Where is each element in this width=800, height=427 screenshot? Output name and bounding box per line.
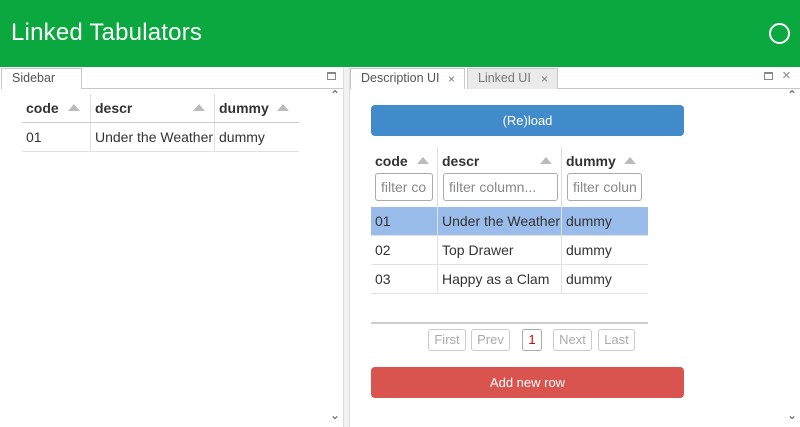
pager-page-button[interactable]: 1: [522, 329, 542, 351]
cell-code: 01: [22, 123, 91, 151]
close-icon[interactable]: ×: [541, 72, 548, 86]
app-title: Linked Tabulators: [11, 19, 203, 46]
cell-dummy: dummy: [566, 213, 612, 229]
filter-descr-input[interactable]: filter column...: [443, 173, 558, 201]
pager-prev-button[interactable]: Prev: [471, 329, 510, 351]
close-icon[interactable]: ×: [448, 72, 455, 86]
filter-code-input[interactable]: filter co: [375, 173, 433, 201]
cell-descr: Happy as a Clam: [438, 265, 562, 293]
pager-last-button[interactable]: Last: [598, 329, 635, 351]
tab-underline: [82, 88, 344, 89]
column-header-code[interactable]: code: [22, 94, 91, 122]
cell-dummy: dummy: [566, 242, 612, 258]
tab-description-ui-label: Description UI: [361, 71, 440, 85]
pager-divider: [371, 322, 648, 324]
tab-sidebar[interactable]: Sidebar: [1, 68, 82, 89]
column-header-descr[interactable]: descr: [91, 94, 215, 122]
column-header-dummy[interactable]: dummy: [215, 94, 299, 122]
cell-code: 03: [371, 265, 438, 293]
sort-icon[interactable]: [277, 104, 289, 111]
sort-icon[interactable]: [624, 157, 636, 164]
scroll-up-icon[interactable]: ⌃: [787, 88, 797, 102]
cell-dummy: dummy: [566, 271, 612, 287]
sort-icon[interactable]: [417, 157, 429, 164]
maximize-icon[interactable]: [764, 72, 773, 80]
cell-descr: Top Drawer: [438, 236, 562, 264]
sort-icon[interactable]: [540, 157, 552, 164]
tab-underline: [558, 88, 800, 89]
table-row[interactable]: 03 Happy as a Clam dummy: [371, 265, 648, 294]
pager-first-button[interactable]: First: [428, 329, 466, 351]
panel-splitter[interactable]: [343, 67, 350, 427]
cell-descr: Under the Weather: [91, 123, 215, 151]
status-circle-icon[interactable]: [769, 23, 790, 44]
table-row[interactable]: 01 Under the Weather dummy: [371, 207, 648, 236]
sort-icon[interactable]: [193, 104, 205, 111]
cell-code: 01: [371, 207, 438, 235]
table-row[interactable]: 01 Under the Weather dummy: [22, 123, 299, 152]
tab-linked-ui-label: Linked UI: [478, 71, 531, 85]
app-header: Linked Tabulators: [0, 0, 800, 67]
scroll-down-icon[interactable]: ⌄: [330, 408, 340, 422]
filter-dummy-input[interactable]: filter colun: [567, 173, 642, 201]
tab-sidebar-label: Sidebar: [12, 71, 56, 85]
sort-icon[interactable]: [68, 104, 80, 111]
close-panel-icon[interactable]: ×: [782, 68, 791, 83]
reload-button[interactable]: (Re)load: [371, 105, 684, 136]
scroll-up-icon[interactable]: ⌃: [330, 88, 340, 102]
cell-dummy: dummy: [219, 129, 265, 145]
table-row[interactable]: 02 Top Drawer dummy: [371, 236, 648, 265]
cell-code: 02: [371, 236, 438, 264]
tab-linked-ui[interactable]: Linked UI ×: [467, 68, 558, 89]
sidebar-table-header: code descr dummy: [22, 94, 299, 123]
cell-descr: Under the Weather: [438, 207, 562, 235]
add-row-button[interactable]: Add new row: [371, 367, 684, 398]
maximize-icon[interactable]: [327, 72, 336, 80]
tab-description-ui[interactable]: Description UI ×: [350, 68, 465, 89]
pager-next-button[interactable]: Next: [553, 329, 592, 351]
scroll-down-icon[interactable]: ⌄: [787, 408, 797, 422]
